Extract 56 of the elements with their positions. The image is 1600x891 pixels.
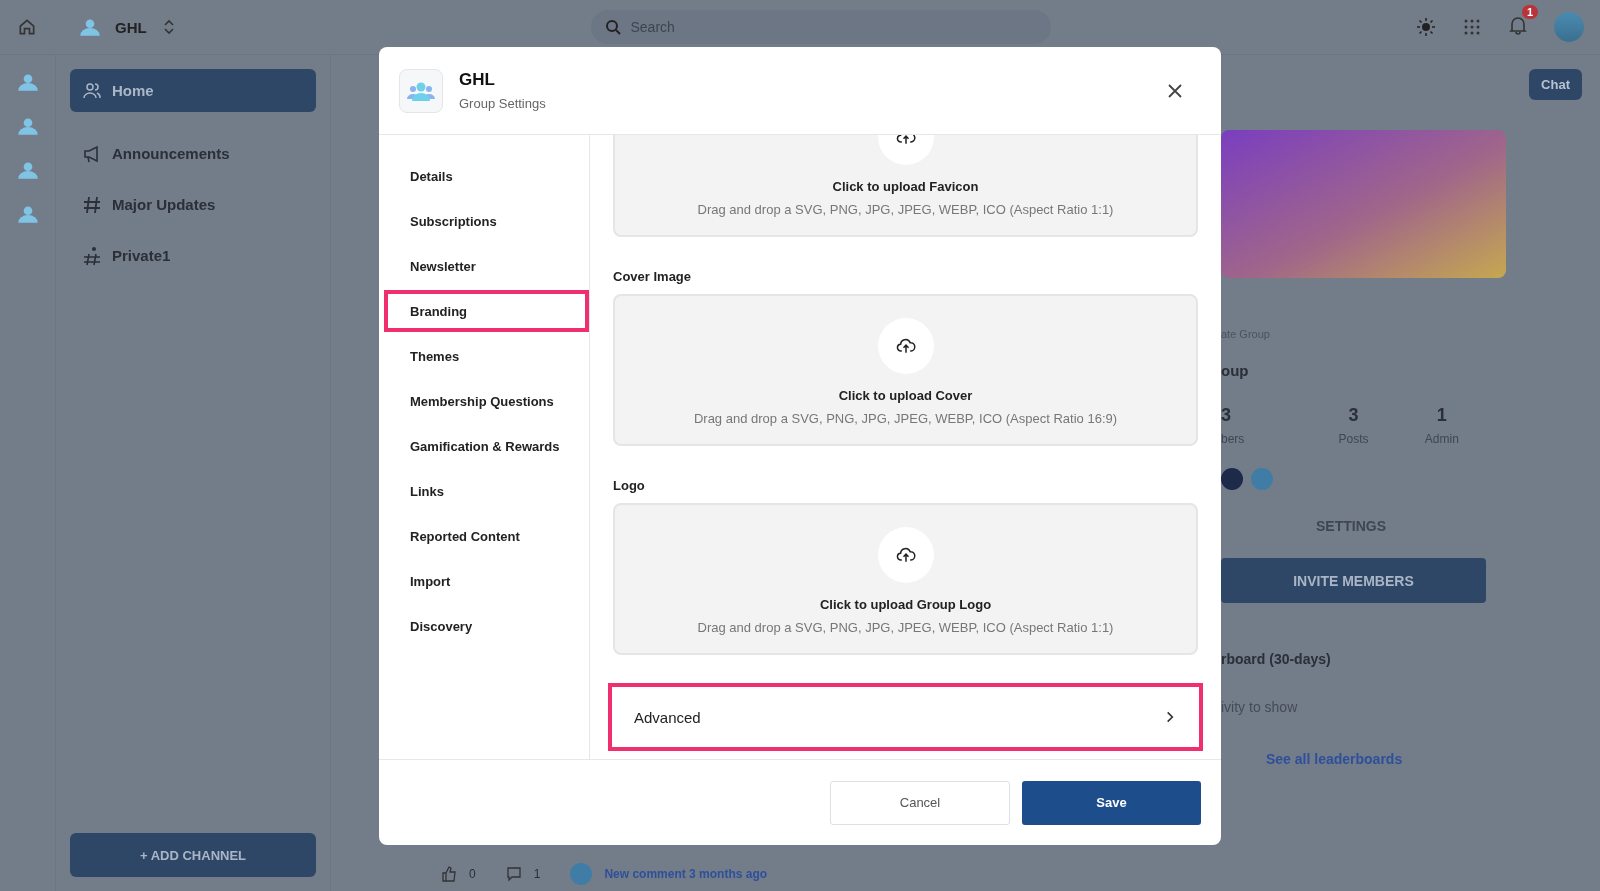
chat-button[interactable]: Chat <box>1529 69 1582 100</box>
bell-icon[interactable] <box>1508 15 1528 35</box>
advanced-row[interactable]: Advanced <box>608 683 1203 751</box>
settings-tab[interactable]: Details <box>379 155 589 197</box>
settings-tab[interactable]: Gamification & Rewards <box>379 425 589 467</box>
comment-icon[interactable] <box>505 866 522 882</box>
upload-hint: Drag and drop a SVG, PNG, JPG, JPEG, WEBP, ICO (Aspect Ratio 1:1) <box>697 620 1114 635</box>
private-hash-icon <box>82 245 102 266</box>
add-channel-button[interactable]: + ADD CHANNEL <box>70 833 316 877</box>
comment-count: 1 <box>533 867 541 881</box>
settings-tab[interactable]: Subscriptions <box>379 200 589 242</box>
upload-title: Click to upload Favicon <box>832 179 979 194</box>
upload-area[interactable]: Click to upload Cover Drag and drop a SVG, PNG, JPG, JPEG, WEBP, ICO (Aspect Ratio 16:9) <box>613 294 1198 446</box>
settings-tab[interactable]: Themes <box>379 335 589 377</box>
settings-tab[interactable]: Branding <box>384 290 589 332</box>
stat-value: 1 <box>1436 405 1447 426</box>
like-count: 0 <box>469 867 476 881</box>
upload-area[interactable]: Click to upload Group Logo Drag and drop a SVG, PNG, JPG, JPEG, WEBP, ICO (Aspect Ratio 1:1) <box>613 503 1198 655</box>
hash-icon <box>82 194 102 215</box>
leaderboard-title: rboard (30-days) <box>1221 651 1332 667</box>
group-icon <box>406 80 436 101</box>
settings-tab[interactable]: Discovery <box>379 605 589 647</box>
group-icon[interactable] <box>77 18 103 36</box>
settings-tab[interactable]: Reported Content <box>379 515 589 557</box>
upload-area[interactable]: Click to upload Favicon Drag and drop a SVG, PNG, JPG, JPEG, WEBP, ICO (Aspect Ratio 1:1) <box>613 135 1198 237</box>
settings-tab[interactable]: Links <box>379 470 589 512</box>
people-icon <box>82 80 102 101</box>
settings-tab[interactable]: Import <box>379 560 589 602</box>
group-name: GHL <box>115 18 147 36</box>
stat-value: 3 <box>1221 405 1231 426</box>
save-button[interactable]: Save <box>1022 780 1201 825</box>
upload-title: Click to upload Cover <box>838 388 973 403</box>
upload-title: Click to upload Group Logo <box>819 597 992 612</box>
search-icon <box>604 19 621 35</box>
field-label: Cover Image <box>613 269 693 284</box>
member-avatar <box>1251 468 1273 490</box>
channel-item[interactable]: Home <box>70 69 316 112</box>
invite-members-button[interactable]: INVITE MEMBERS <box>1221 558 1486 603</box>
settings-tab[interactable]: Membership Questions <box>379 380 589 422</box>
upload-hint: Drag and drop a SVG, PNG, JPG, JPEG, WEBP, ICO (Aspect Ratio 1:1) <box>697 202 1114 217</box>
home-icon[interactable] <box>17 17 37 37</box>
group-title: oup <box>1221 362 1250 379</box>
upload-hint: Drag and drop a SVG, PNG, JPG, JPEG, WEBP, ICO (Aspect Ratio 16:9) <box>693 411 1118 426</box>
dialog-subtitle: Group Settings <box>459 96 547 111</box>
sun-icon[interactable] <box>1416 17 1436 37</box>
member-avatar <box>1221 468 1243 490</box>
dialog-title: GHL <box>459 70 496 90</box>
stat-value: 3 <box>1348 405 1359 426</box>
notification-badge: 1 <box>1521 5 1538 19</box>
member-avatar <box>570 863 593 885</box>
settings-tab[interactable]: Newsletter <box>379 245 589 287</box>
comment-meta: New comment 3 months ago <box>604 867 768 881</box>
like-icon[interactable] <box>441 866 457 882</box>
cancel-button[interactable]: Cancel <box>830 780 1010 825</box>
field-label: Logo <box>613 478 646 493</box>
apps-grid-icon[interactable] <box>1462 17 1482 37</box>
